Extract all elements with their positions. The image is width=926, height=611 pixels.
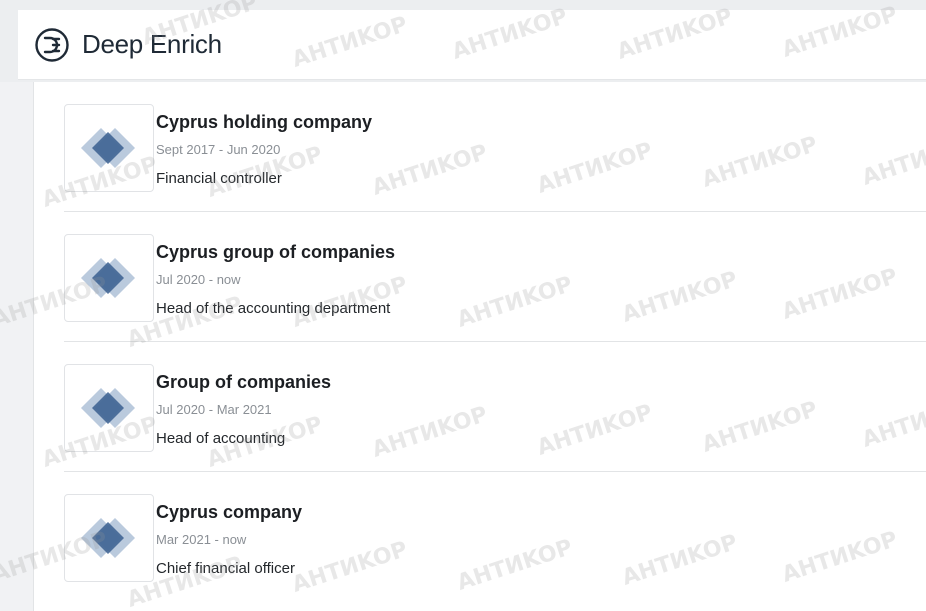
list-item[interactable]: Cyprus holding company Sept 2017 - Jun 2… [34, 82, 926, 212]
job-title: Chief financial officer [156, 560, 295, 577]
list-item[interactable]: Group of companies Jul 2020 - Mar 2021 H… [34, 342, 926, 472]
company-logo [64, 234, 154, 322]
sidebar-strip [0, 82, 34, 611]
job-title: Financial controller [156, 170, 282, 187]
company-diamond-icon [81, 128, 135, 168]
deep-enrich-logo-icon[interactable] [34, 27, 70, 63]
company-name[interactable]: Cyprus holding company [156, 112, 372, 133]
employment-dates: Sept 2017 - Jun 2020 [156, 142, 281, 157]
job-title: Head of the accounting department [156, 300, 391, 317]
company-name[interactable]: Cyprus group of companies [156, 242, 395, 263]
company-logo [64, 494, 154, 582]
employment-dates: Mar 2021 - now [156, 532, 247, 547]
company-name[interactable]: Cyprus company [156, 502, 302, 523]
list-item[interactable]: Cyprus group of companies Jul 2020 - now… [34, 212, 926, 342]
company-diamond-icon [81, 258, 135, 298]
job-title: Head of accounting [156, 430, 286, 447]
employment-dates: Jul 2020 - Mar 2021 [156, 402, 272, 417]
company-diamond-icon [81, 518, 135, 558]
app-header: Deep Enrich [18, 10, 926, 80]
app-window: Deep Enrich Cyprus holding company Sept … [0, 0, 926, 611]
employment-dates: Jul 2020 - now [156, 272, 241, 287]
list-item[interactable]: Cyprus company Mar 2021 - now Chief fina… [34, 472, 926, 602]
brand-name: Deep Enrich [82, 29, 222, 59]
company-name[interactable]: Group of companies [156, 372, 331, 393]
company-logo [64, 104, 154, 192]
experience-list: Cyprus holding company Sept 2017 - Jun 2… [34, 82, 926, 611]
company-diamond-icon [81, 388, 135, 428]
company-logo [64, 364, 154, 452]
